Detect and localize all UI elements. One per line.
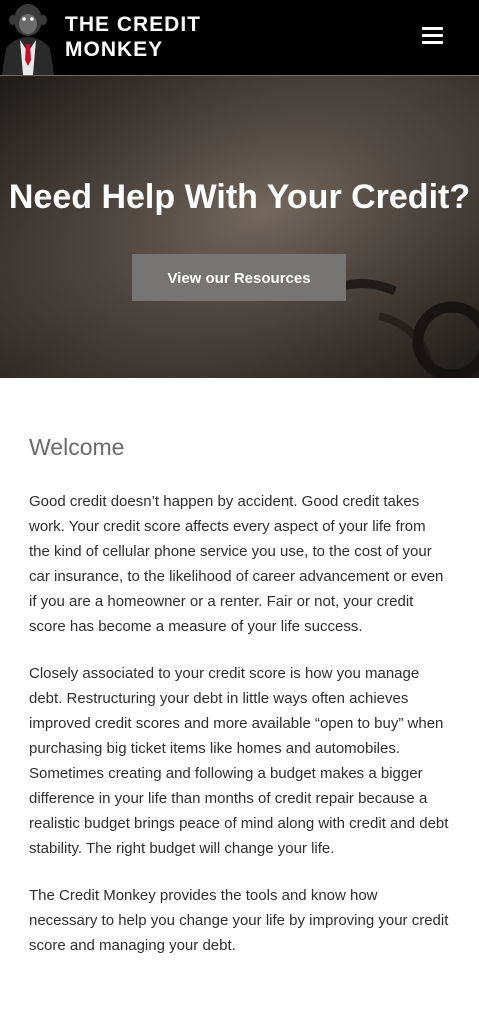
hero-background-image [0,76,479,378]
hamburger-menu-icon [422,27,443,30]
main-content: Welcome Good credit doesn’t happen by ac… [0,378,479,958]
tools-paragraph: The Credit Monkey provides the tools and… [29,887,449,954]
hamburger-menu-icon [422,41,443,44]
hamburger-menu-icon [422,34,443,37]
hero-banner: Need Help With Your Credit? View our Res… [0,76,479,378]
monkey-logo-icon[interactable] [0,0,56,75]
view-resources-button[interactable]: View our Resources [132,254,346,301]
site-title[interactable]: THE CREDIT MONKEY [65,12,201,62]
site-title-line1: THE CREDIT [65,13,201,36]
hero-title: Need Help With Your Credit? [8,177,471,216]
site-title-line2: MONKEY [65,38,164,61]
welcome-heading: Welcome [29,434,125,460]
intro-paragraph: Good credit doesn’t happen by accident. … [29,493,444,635]
hamburger-menu-button[interactable] [420,24,446,46]
site-header: THE CREDIT MONKEY [0,0,479,76]
debt-paragraph: Closely associated to your credit score … [29,665,449,857]
